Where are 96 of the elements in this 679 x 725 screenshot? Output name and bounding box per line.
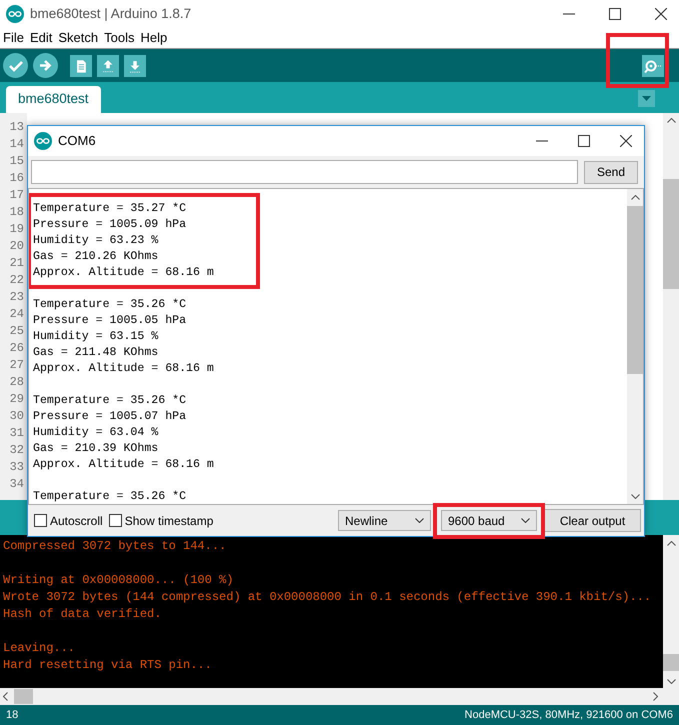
line-number: 19: [8, 221, 25, 238]
output-line: Temperature = 35.27 *C: [33, 201, 188, 217]
output-line: Gas = 210.39 KOhms: [33, 441, 160, 457]
output-line: Approx. Altitude = 68.16 m: [33, 361, 214, 377]
output-line: Pressure = 1005.05 hPa: [33, 313, 188, 329]
line-number: 22: [8, 272, 25, 289]
console-line: Compressed 3072 bytes to 144...: [3, 538, 228, 555]
output-line: Pressure = 1005.09 hPa: [33, 217, 188, 233]
output-line: Humidity = 63.23 %: [33, 233, 160, 249]
line-number: 29: [8, 391, 25, 408]
maximize-icon[interactable]: [578, 135, 590, 147]
line-number: 31: [8, 425, 25, 442]
save-button[interactable]: [124, 54, 146, 76]
scrollbar[interactable]: [627, 189, 643, 504]
line-number: 34: [8, 476, 25, 493]
line-number: 16: [8, 170, 25, 187]
menu-item[interactable]: Edit: [30, 28, 52, 48]
scrollbar[interactable]: [663, 113, 679, 500]
console-line: Leaving...: [3, 640, 76, 657]
menu-item[interactable]: Sketch: [58, 28, 98, 48]
scroll-thumb[interactable]: [663, 654, 679, 671]
close-icon[interactable]: [620, 135, 632, 147]
line-ending-dropdown[interactable]: Newline: [338, 510, 431, 531]
maximize-icon[interactable]: [609, 8, 621, 20]
serial-monitor-button[interactable]: [642, 54, 664, 76]
console-line: Hash of data verified.: [3, 606, 162, 623]
scrollbar[interactable]: [0, 688, 679, 705]
baud-rate-dropdown[interactable]: 9600 baud: [441, 510, 537, 531]
output-line: Gas = 210.26 KOhms: [33, 249, 160, 265]
output-line: Humidity = 63.15 %: [33, 329, 160, 345]
line-number: 25: [8, 323, 25, 340]
dropdown-value: 9600 baud: [448, 512, 505, 530]
output-line: Humidity = 63.04 %: [33, 425, 160, 441]
window-title: COM6: [58, 132, 97, 150]
line-number: 21: [8, 255, 25, 272]
open-button[interactable]: [97, 54, 119, 76]
output-line: Temperature = 35.26 *C: [33, 489, 186, 504]
scroll-thumb[interactable]: [14, 689, 33, 704]
checkbox-label: Autoscroll: [50, 512, 103, 530]
line-number: 33: [8, 459, 25, 476]
line-number: 24: [8, 306, 25, 323]
line-number: 28: [8, 374, 25, 391]
line-indicator: 18: [6, 708, 18, 723]
autoscroll-checkbox[interactable]: [34, 514, 47, 527]
file-tab[interactable]: bme680test: [6, 86, 101, 113]
output-line: Gas = 211.48 KOhms: [33, 345, 160, 361]
dropdown-value: Newline: [345, 512, 388, 530]
line-number: 18: [8, 204, 25, 221]
line-number: 32: [8, 442, 25, 459]
window-title: bme680test | Arduino 1.8.7: [30, 4, 192, 23]
clear-output-button[interactable]: Clear output: [544, 509, 641, 532]
line-number: 26: [8, 340, 25, 357]
scroll-up-icon[interactable]: [630, 195, 640, 200]
line-number: 27: [8, 357, 25, 374]
board-info: NodeMCU-32S, 80MHz, 921600 on COM6: [464, 708, 673, 723]
send-button[interactable]: Send: [584, 160, 638, 184]
menu-item[interactable]: Help: [140, 28, 168, 48]
line-number: 20: [8, 238, 25, 255]
chevron-icon: [415, 518, 424, 523]
scroll-thumb[interactable]: [663, 179, 679, 289]
scroll-left-icon[interactable]: [3, 692, 8, 701]
checkbox-label: Show timestamp: [124, 512, 214, 530]
output-line: Temperature = 35.26 *C: [33, 393, 188, 409]
output-line: Temperature = 35.26 *C: [33, 297, 188, 313]
scroll-right-icon[interactable]: [653, 692, 658, 701]
arduino-logo-icon: [34, 132, 52, 150]
chevron-icon: [521, 518, 530, 523]
line-number: 17: [8, 187, 25, 204]
dropdown-icon: [642, 96, 651, 101]
line-number: 15: [8, 153, 25, 170]
scrollbar[interactable]: [663, 535, 679, 688]
line-number: 23: [8, 289, 25, 306]
output-line: Approx. Altitude = 68.16 m: [33, 265, 214, 281]
output-line: Approx. Altitude = 68.16 m: [33, 457, 214, 473]
scroll-up-icon[interactable]: [666, 541, 676, 546]
close-icon[interactable]: [655, 8, 667, 20]
line-number: 30: [8, 408, 25, 425]
timestamp-checkbox[interactable]: [108, 514, 122, 527]
console-line: Hard resetting via RTS pin...: [3, 657, 213, 674]
line-number: 13: [8, 119, 25, 136]
verify-button[interactable]: [3, 53, 28, 78]
console-line: Writing at 0x00008000... (100 %): [3, 572, 234, 589]
tab-menu-button[interactable]: [638, 90, 655, 107]
arduino-logo-icon: [6, 5, 24, 23]
scroll-down-icon[interactable]: [630, 494, 640, 499]
scroll-down-icon[interactable]: [666, 679, 676, 684]
output-line: Pressure = 1005.07 hPa: [33, 409, 188, 425]
scroll-thumb[interactable]: [627, 206, 643, 374]
menu-item[interactable]: Tools: [104, 28, 134, 48]
message-input-field[interactable]: [31, 160, 578, 184]
new-file-button[interactable]: [70, 54, 92, 76]
console-line: Wrote 3072 bytes (144 compressed) at 0x00008000 in 0.1 seconds (effective 390.1 kbit/s)...: [3, 589, 652, 606]
menu-item[interactable]: File: [3, 28, 24, 48]
line-number: 14: [8, 136, 25, 153]
upload-button[interactable]: [33, 53, 58, 78]
scroll-up-icon[interactable]: [666, 118, 676, 123]
